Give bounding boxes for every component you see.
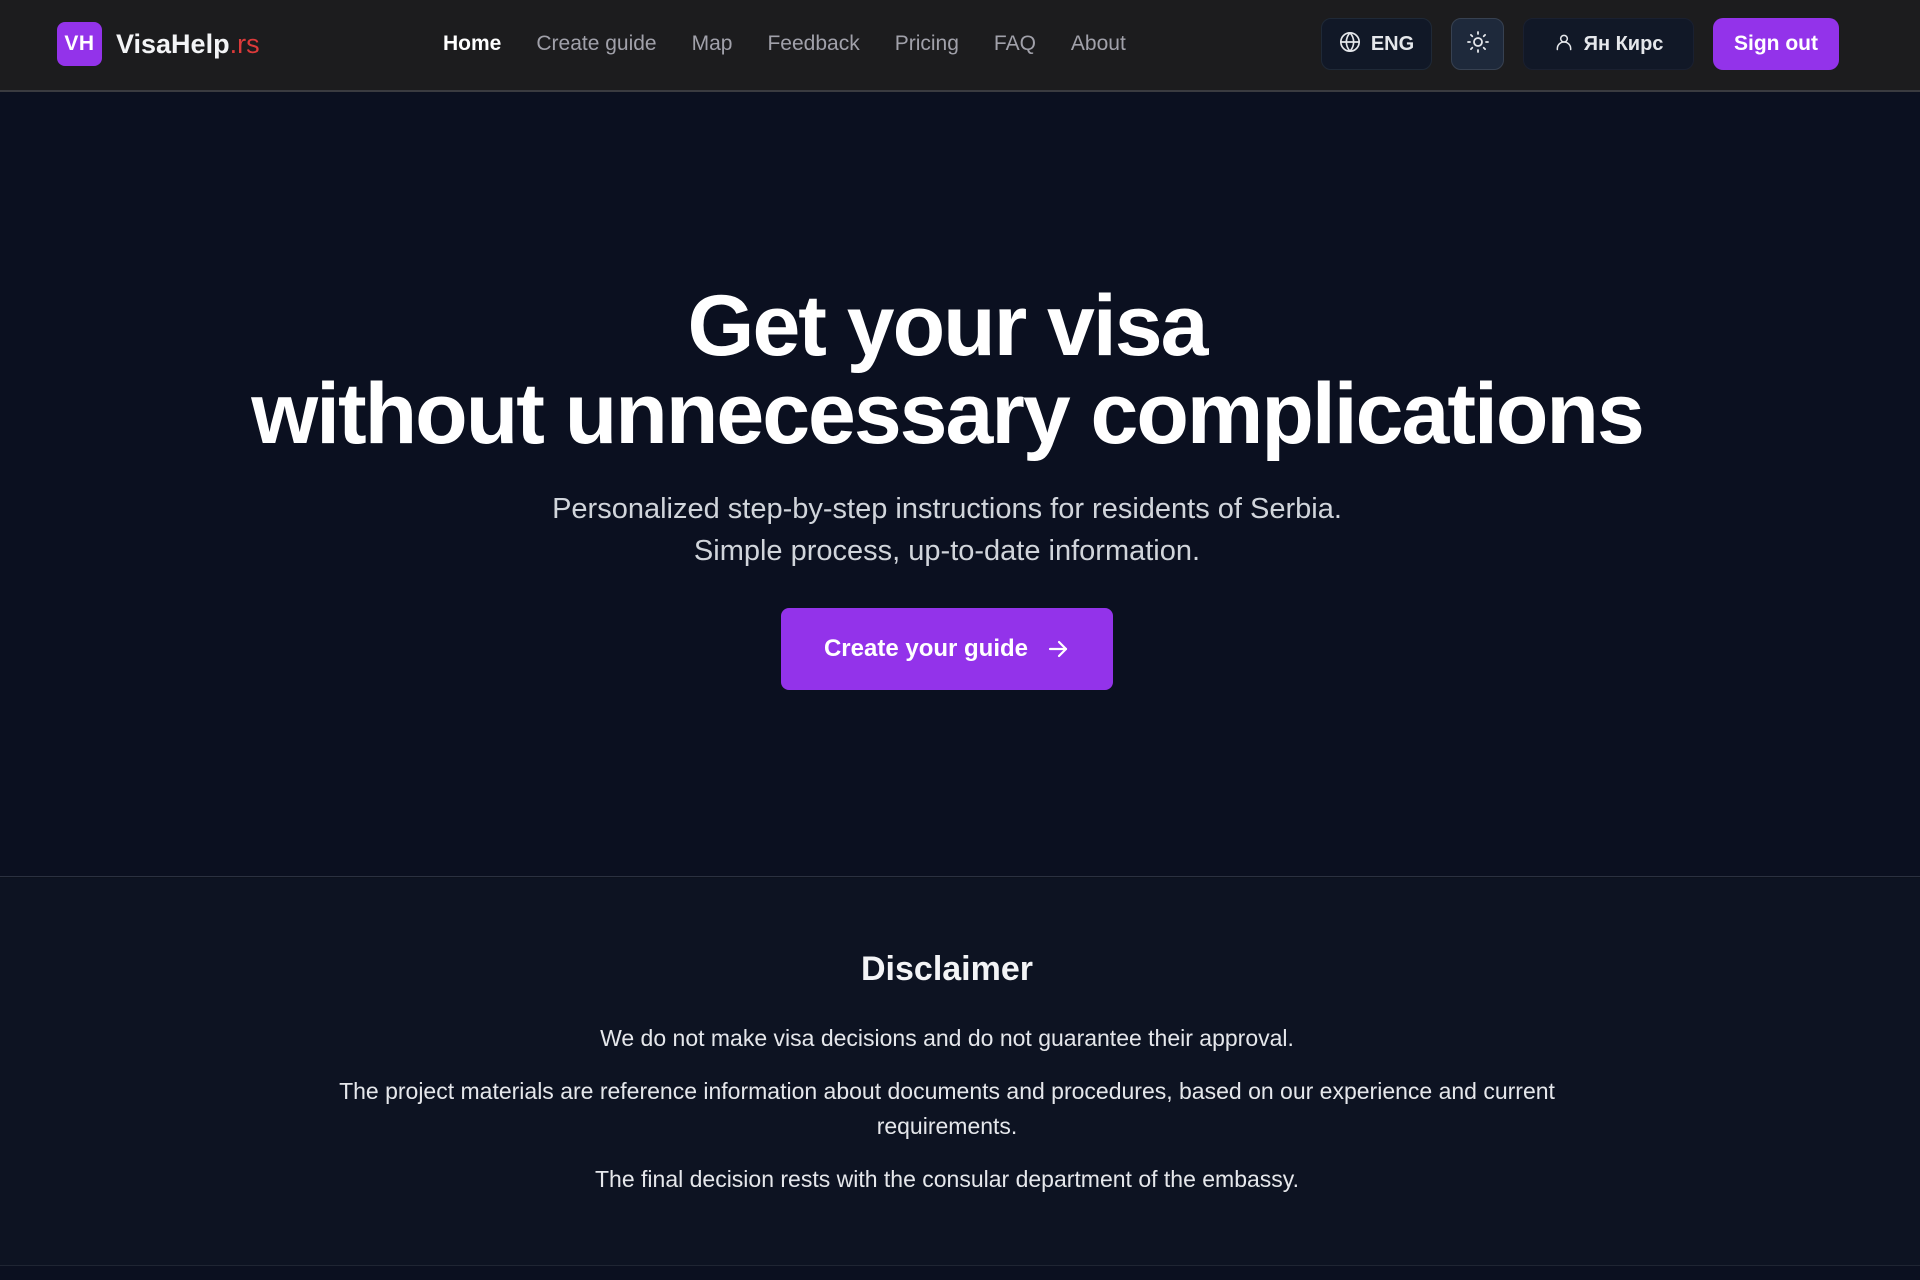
create-guide-label: Create your guide: [823, 635, 1029, 662]
disclaimer-paragraph-1: We do not make visa decisions and do not…: [600, 1025, 1294, 1051]
nav-home[interactable]: Home: [443, 32, 501, 56]
hero-section: Get your visa without unnecessary compli…: [0, 92, 1920, 877]
logo-name: VisaHelp: [116, 28, 230, 59]
arrow-right-icon: [1046, 637, 1070, 661]
user-name: Ян Кирс: [1583, 32, 1664, 55]
theme-toggle-button[interactable]: [1451, 18, 1504, 70]
user-profile-button[interactable]: Ян Кирс: [1523, 18, 1694, 70]
language-label: ENG: [1370, 32, 1415, 55]
language-button[interactable]: ENG: [1321, 18, 1432, 70]
sign-out-button[interactable]: Sign out: [1713, 18, 1839, 70]
main-nav: Home Create guide Map Feedback Pricing F…: [443, 0, 1161, 88]
sun-icon: [1466, 30, 1490, 59]
hero-title-line-2: without unnecessary complications: [251, 366, 1645, 462]
disclaimer-paragraph-2: The project materials are reference info…: [339, 1078, 1555, 1139]
nav-about[interactable]: About: [1071, 32, 1126, 56]
hero-title-line-1: Get your visa: [687, 278, 1209, 374]
disclaimer-paragraph-3: The final decision rests with the consul…: [595, 1166, 1299, 1192]
nav-create-guide[interactable]: Create guide: [536, 32, 656, 56]
nav-faq[interactable]: FAQ: [994, 32, 1036, 56]
logo-badge: VH: [57, 22, 102, 66]
hero-title: Get your visa without unnecessary compli…: [0, 282, 1894, 458]
create-guide-button[interactable]: Create your guide: [781, 608, 1113, 690]
nav-feedback[interactable]: Feedback: [767, 32, 859, 56]
disclaimer-section: Disclaimer We do not make visa decisions…: [0, 878, 1920, 1266]
footer-edge: [0, 1266, 1920, 1280]
logo-tld: .rs: [229, 28, 260, 59]
disclaimer-title: Disclaimer: [861, 950, 1033, 988]
globe-icon: [1339, 31, 1361, 58]
nav-map[interactable]: Map: [692, 32, 733, 56]
logo[interactable]: VH VisaHelp .rs: [57, 22, 260, 66]
hero-subtitle-line-2: Simple process, up-to-date information.: [693, 535, 1201, 567]
top-navbar: VH VisaHelp .rs Home Create guide Map Fee…: [0, 0, 1920, 92]
hero-subtitle: Personalized step-by-step instructions f…: [0, 488, 1894, 572]
hero-subtitle-line-1: Personalized step-by-step instructions f…: [552, 493, 1342, 525]
nav-pricing[interactable]: Pricing: [895, 32, 959, 56]
user-icon: [1554, 32, 1574, 57]
